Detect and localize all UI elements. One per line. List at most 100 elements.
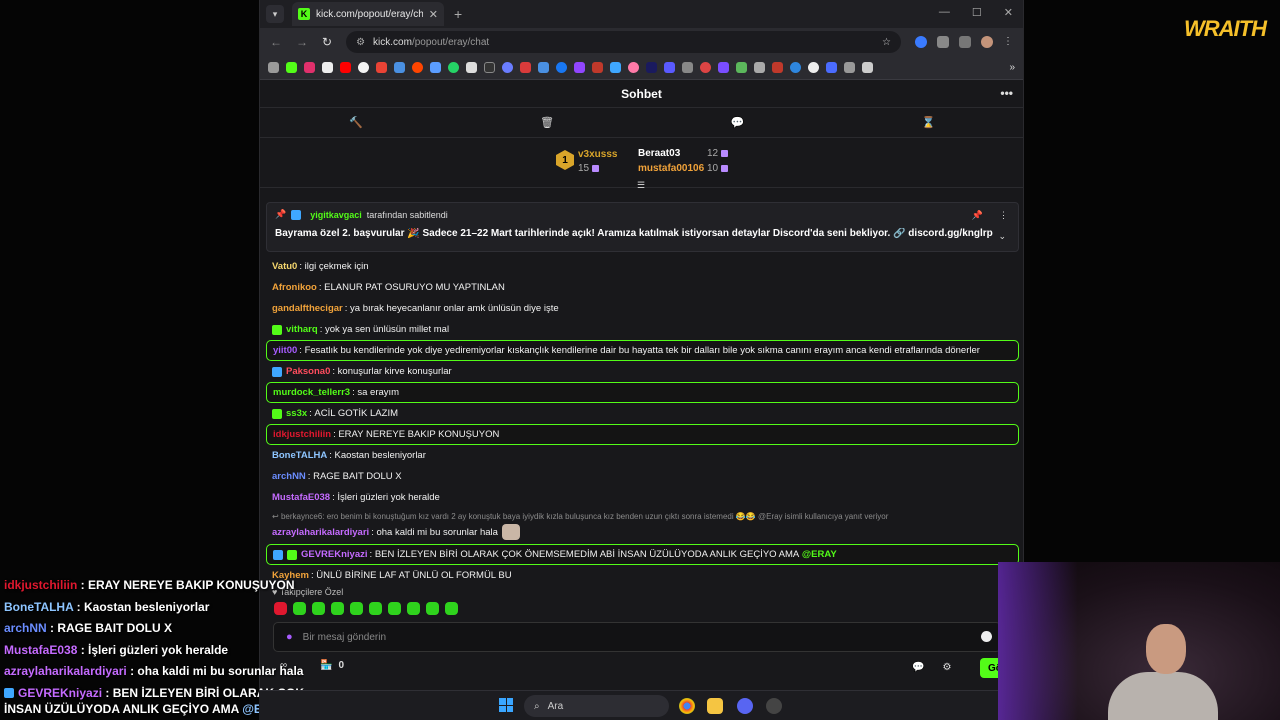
bookmark-icon[interactable]: [556, 62, 567, 73]
taskbar-search[interactable]: ⌕ Ara: [524, 695, 669, 717]
username[interactable]: ss3x: [286, 408, 307, 419]
app-icon[interactable]: [766, 698, 782, 714]
chrome-icon[interactable]: [679, 698, 695, 714]
pin-user[interactable]: yigitkavgaci: [310, 210, 362, 220]
minimize-icon[interactable]: —: [939, 6, 950, 19]
apps-grid-icon[interactable]: [268, 62, 279, 73]
bookmark-icon[interactable]: [502, 62, 513, 73]
queue-icon[interactable]: [959, 36, 971, 48]
emote-icon[interactable]: [388, 602, 401, 615]
emote-icon[interactable]: [350, 602, 363, 615]
bookmarks-overflow-icon[interactable]: »: [1009, 62, 1015, 73]
new-tab-icon[interactable]: +: [454, 6, 462, 22]
bookmark-icon[interactable]: [736, 62, 747, 73]
leaderboard-name[interactable]: mustafa00106: [623, 163, 704, 174]
bookmark-icon[interactable]: [718, 62, 729, 73]
bookmark-icon[interactable]: [808, 62, 819, 73]
bookmark-star-icon[interactable]: ☆: [882, 37, 891, 48]
bookmark-icon[interactable]: [682, 62, 693, 73]
username[interactable]: Afronikoo: [272, 282, 317, 293]
back-icon[interactable]: ←: [270, 35, 282, 49]
menu-dots-icon[interactable]: ⋮: [1003, 36, 1013, 48]
site-info-icon[interactable]: ⚙: [356, 37, 365, 48]
bookmark-youtube-icon[interactable]: [340, 62, 351, 73]
tab-close-icon[interactable]: ✕: [429, 8, 438, 21]
bookmark-icon[interactable]: [610, 62, 621, 73]
bookmark-icon[interactable]: [430, 62, 441, 73]
emote-icon[interactable]: [369, 602, 382, 615]
emote-icon[interactable]: [312, 602, 325, 615]
extension-icon[interactable]: [915, 36, 927, 48]
emote-icon[interactable]: [407, 602, 420, 615]
bookmark-gmail-icon[interactable]: [376, 62, 387, 73]
bookmark-icon[interactable]: [790, 62, 801, 73]
bookmark-icon[interactable]: [664, 62, 675, 73]
tab-search-icon[interactable]: ▾: [266, 5, 284, 23]
settings-gear-icon[interactable]: ⚙: [942, 662, 951, 673]
chat-settings-bubble-icon[interactable]: 💬: [912, 662, 924, 673]
bookmark-icon[interactable]: [484, 62, 495, 73]
chat-bubble-icon[interactable]: 💬: [731, 116, 745, 129]
username[interactable]: archNN: [272, 471, 306, 482]
chat-input[interactable]: ● Bir mesaj gönderin: [273, 622, 1001, 652]
username[interactable]: Vatu0: [272, 261, 297, 272]
bookmark-x-icon[interactable]: [322, 62, 333, 73]
username[interactable]: MustafaE038: [272, 492, 330, 503]
maximize-icon[interactable]: ☐: [972, 6, 982, 19]
file-explorer-icon[interactable]: [707, 698, 723, 714]
bookmark-icon[interactable]: [592, 62, 603, 73]
trash-icon[interactable]: 🗑: [540, 116, 554, 129]
unpin-icon[interactable]: 📌: [972, 210, 983, 221]
bookmark-icon[interactable]: [538, 62, 549, 73]
bookmark-icon[interactable]: [844, 62, 855, 73]
emoji-picker-icon[interactable]: [981, 631, 992, 642]
bookmark-google-icon[interactable]: [358, 62, 369, 73]
bookmark-icon[interactable]: [466, 62, 477, 73]
collapse-icon[interactable]: ☰: [637, 180, 645, 191]
channel-points[interactable]: 🏪 0: [320, 660, 344, 671]
bookmark-icon[interactable]: [700, 62, 711, 73]
bookmark-instagram-icon[interactable]: [304, 62, 315, 73]
discord-icon[interactable]: [737, 698, 753, 714]
windows-start-icon[interactable]: [499, 698, 513, 712]
username[interactable]: yiit00: [273, 345, 297, 356]
reload-icon[interactable]: ↻: [322, 35, 332, 49]
bookmark-whatsapp-icon[interactable]: [448, 62, 459, 73]
username[interactable]: BoneTALHA: [272, 450, 327, 461]
forward-icon[interactable]: →: [296, 35, 308, 49]
bookmark-twitch-icon[interactable]: [574, 62, 585, 73]
username[interactable]: vitharq: [286, 324, 318, 335]
username[interactable]: Paksona0: [286, 366, 330, 377]
username[interactable]: GEVREKniyazi: [301, 549, 368, 560]
avatar[interactable]: [981, 36, 993, 48]
browser-tab[interactable]: K kick.com/popout/eray/chat ✕: [292, 2, 444, 26]
username[interactable]: gandalfthecigar: [272, 303, 343, 314]
close-window-icon[interactable]: ✕: [1004, 6, 1013, 19]
leaderboard-name[interactable]: Beraat03: [623, 148, 680, 159]
emote-icon[interactable]: [426, 602, 439, 615]
url-input[interactable]: ⚙ kick.com/popout/eray/chat ☆: [346, 31, 901, 53]
username[interactable]: azraylaharikalardiyari: [272, 527, 369, 538]
bookmark-icon[interactable]: [826, 62, 837, 73]
bookmark-icon[interactable]: [394, 62, 405, 73]
bookmark-icon[interactable]: [772, 62, 783, 73]
reply-preview[interactable]: ↩ berkaynce6: ero benim bi konuştuğum kı…: [266, 512, 1019, 524]
chevron-down-icon[interactable]: ⌄: [998, 231, 1006, 242]
username[interactable]: idkjustchiliin: [273, 429, 331, 440]
emote-icon[interactable]: [445, 602, 458, 615]
bookmark-reddit-icon[interactable]: [412, 62, 423, 73]
emote-icon[interactable]: [331, 602, 344, 615]
bookmark-icon[interactable]: [754, 62, 765, 73]
bookmark-icon[interactable]: [628, 62, 639, 73]
puzzle-icon[interactable]: [937, 36, 949, 48]
bookmark-icon[interactable]: [862, 62, 873, 73]
pin-more-icon[interactable]: ⋮: [999, 210, 1008, 221]
leaderboard-name[interactable]: v3xusss: [578, 149, 617, 160]
chat-more-icon[interactable]: •••: [1000, 86, 1013, 100]
mention[interactable]: @ERAY: [802, 549, 837, 560]
bookmark-icon[interactable]: [520, 62, 531, 73]
bookmark-icon[interactable]: [646, 62, 657, 73]
bookmark-kick-icon[interactable]: [286, 62, 297, 73]
hourglass-icon[interactable]: ⌛: [922, 116, 936, 129]
gavel-icon[interactable]: 🔨: [349, 116, 363, 129]
